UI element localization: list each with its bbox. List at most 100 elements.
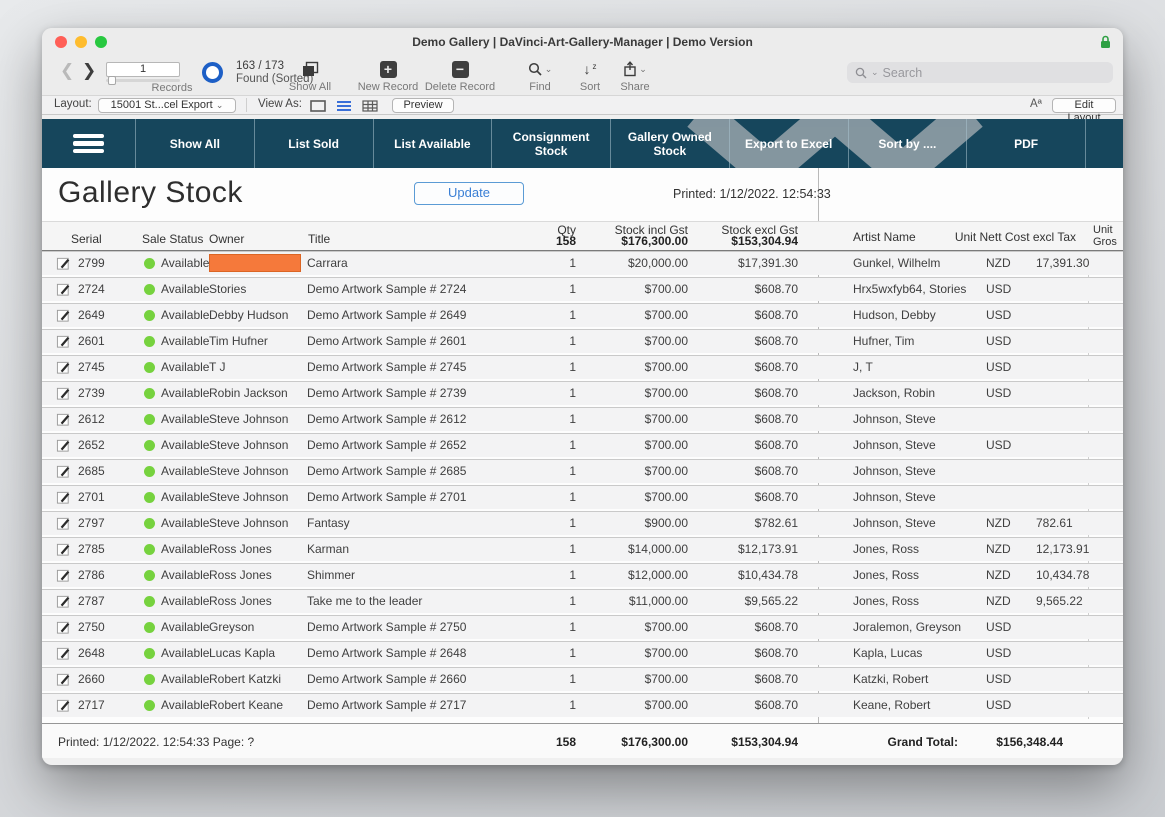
preview-button[interactable]: Preview [392,98,454,113]
owner-cell[interactable]: Steve Johnson [209,486,307,509]
edit-record-button[interactable] [42,304,78,327]
sort-button[interactable]: ↓z Sort [570,59,610,93]
nav-button-consignment-stock[interactable]: Consignment Stock [491,119,610,168]
edit-layout-button[interactable]: Edit Layout [1052,98,1116,113]
title-cell: Carrara [307,252,512,275]
new-record-button[interactable]: + New Record [352,59,424,93]
edit-record-button[interactable] [42,564,78,587]
view-list-icon[interactable] [336,100,352,112]
owner-cell[interactable]: Stories [209,278,307,301]
owner-cell[interactable]: Steve Johnson [209,408,307,431]
previous-record-button[interactable]: ❮ [60,61,74,81]
nav-button-list-sold[interactable]: List Sold [254,119,373,168]
serial-cell: 2724 [78,278,138,301]
table-row[interactable]: 2685AvailableSteve JohnsonDemo Artwork S… [42,459,1123,483]
owner-cell[interactable]: Lucas Kapla [209,642,307,665]
edit-record-button[interactable] [42,382,78,405]
stock-incl-cell: $700.00 [576,408,688,431]
owner-cell[interactable]: Steve Johnson [209,512,307,535]
title-cell: Demo Artwork Sample # 2649 [307,304,512,327]
nav-button-gallery-owned-stock[interactable]: Gallery Owned Stock [610,119,729,168]
view-form-icon[interactable] [310,100,326,112]
table-row[interactable]: 2717AvailableRobert KeaneDemo Artwork Sa… [42,693,1123,717]
serial-cell: 2685 [78,460,138,483]
owner-highlight-field[interactable] [209,254,301,272]
edit-record-button[interactable] [42,668,78,691]
table-row[interactable]: 2785AvailableRoss JonesKarman1$14,000.00… [42,537,1123,561]
owner-cell[interactable]: Robert Katzki [209,668,307,691]
table-row[interactable]: 2799AvailableCarrara1$20,000.00$17,391.3… [42,251,1123,275]
edit-record-button[interactable] [42,694,78,717]
table-row[interactable]: 2660AvailableRobert KatzkiDemo Artwork S… [42,667,1123,691]
nav-button-pdf[interactable]: PDF [966,119,1085,168]
owner-cell[interactable]: Steve Johnson [209,434,307,457]
edit-record-button[interactable] [42,486,78,509]
table-row[interactable]: 2797AvailableSteve JohnsonFantasy1$900.0… [42,511,1123,535]
window-title: Demo Gallery | DaVinci-Art-Gallery-Manag… [42,35,1123,49]
table-row[interactable]: 2745AvailableT JDemo Artwork Sample # 27… [42,355,1123,379]
owner-cell[interactable]: Tim Hufner [209,330,307,353]
find-button[interactable]: ⌄ Find [510,59,570,93]
stock-excl-cell: $608.70 [688,486,798,509]
stock-incl-cell: $700.00 [576,356,688,379]
nav-button-sort-by[interactable]: Sort by .... [848,119,967,168]
table-row[interactable]: 2648AvailableLucas KaplaDemo Artwork Sam… [42,641,1123,665]
cell-stub [1063,382,1098,405]
cell-gap [798,278,818,301]
owner-cell[interactable]: Ross Jones [209,538,307,561]
nav-button-export-to-excel[interactable]: Export to Excel [729,119,848,168]
nav-button-list-available[interactable]: List Available [373,119,492,168]
table-row[interactable]: 2786AvailableRoss JonesShimmer1$12,000.0… [42,563,1123,587]
edit-record-button[interactable] [42,330,78,353]
owner-cell[interactable]: T J [209,356,307,379]
edit-record-button[interactable] [42,408,78,431]
view-table-icon[interactable] [362,100,378,112]
owner-cell[interactable]: Ross Jones [209,590,307,613]
artist-name-cell: Jones, Ross [818,538,986,561]
table-row[interactable]: 2787AvailableRoss JonesTake me to the le… [42,589,1123,613]
edit-record-button[interactable] [42,434,78,457]
owner-cell[interactable]: Steve Johnson [209,460,307,483]
current-record-input[interactable]: 1 [106,62,180,77]
artist-name-cell: Hrx5wxfyb64, Stories [818,278,986,301]
owner-cell[interactable]: Greyson [209,616,307,639]
stock-excl-cell: $10,434.78 [688,564,798,587]
table-row[interactable]: 2701AvailableSteve JohnsonDemo Artwork S… [42,485,1123,509]
owner-cell[interactable]: Robert Keane [209,694,307,717]
owner-cell[interactable] [209,252,307,275]
owner-cell[interactable]: Debby Hudson [209,304,307,327]
layout-selector[interactable]: 15001 St...cel Export ⌄ [98,98,236,113]
table-row[interactable]: 2652AvailableSteve JohnsonDemo Artwork S… [42,433,1123,457]
find-chevron-icon[interactable]: ⌄ [545,64,553,75]
edit-record-button[interactable] [42,512,78,535]
table-row[interactable]: 2724AvailableStoriesDemo Artwork Sample … [42,277,1123,301]
share-button[interactable]: ⌄ Share [612,59,658,93]
edit-record-button[interactable] [42,642,78,665]
edit-record-button[interactable] [42,356,78,379]
edit-record-button[interactable] [42,538,78,561]
menu-button[interactable] [42,119,135,168]
sale-status-cell: Available [138,616,209,639]
nav-button-show-all[interactable]: Show All [135,119,254,168]
owner-cell[interactable]: Ross Jones [209,564,307,587]
update-button[interactable]: Update [414,182,524,205]
table-row[interactable]: 2649AvailableDebby HudsonDemo Artwork Sa… [42,303,1123,327]
edit-record-button[interactable] [42,616,78,639]
formatting-bar-toggle[interactable]: Aª [1030,98,1042,110]
table-row[interactable]: 2601AvailableTim HufnerDemo Artwork Samp… [42,329,1123,353]
table-row[interactable]: 2750AvailableGreysonDemo Artwork Sample … [42,615,1123,639]
table-row[interactable]: 2612AvailableSteve JohnsonDemo Artwork S… [42,407,1123,431]
search-chevron-icon[interactable]: ⌄ [871,67,879,78]
edit-record-button[interactable] [42,278,78,301]
search-input[interactable]: ⌄ Search [847,62,1113,83]
share-chevron-icon[interactable]: ⌄ [639,64,647,75]
edit-record-button[interactable] [42,252,78,275]
show-all-button[interactable]: Show All [272,59,348,93]
edit-record-button[interactable] [42,460,78,483]
artist-name-cell: Hufner, Tim [818,330,986,353]
owner-cell[interactable]: Robin Jackson [209,382,307,405]
delete-record-button[interactable]: − Delete Record [424,59,496,93]
edit-record-button[interactable] [42,590,78,613]
next-record-button[interactable]: ❯ [82,61,96,81]
table-row[interactable]: 2739AvailableRobin JacksonDemo Artwork S… [42,381,1123,405]
